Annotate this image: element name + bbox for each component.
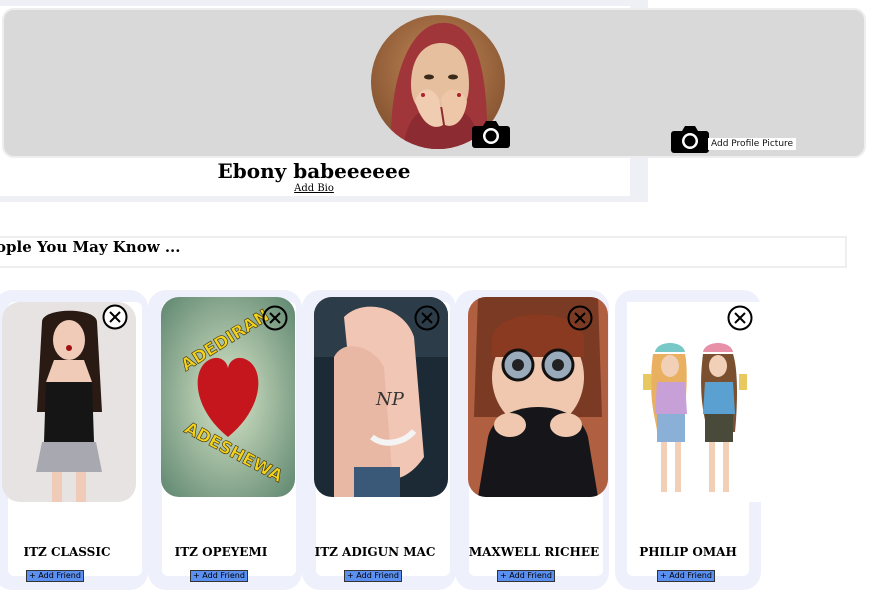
- people-you-may-know-header: ople You May Know ...: [0, 236, 847, 268]
- suggestion-card: MAXWELL RICHEE + Add Friend: [455, 290, 609, 590]
- add-friend-button[interactable]: + Add Friend: [344, 570, 402, 582]
- add-friend-button[interactable]: + Add Friend: [657, 570, 715, 582]
- close-icon[interactable]: [262, 305, 288, 331]
- cover-camera-icon[interactable]: [670, 123, 710, 155]
- add-friend-button[interactable]: + Add Friend: [190, 570, 248, 582]
- close-icon[interactable]: [102, 304, 128, 330]
- photo-hand-text: NP: [375, 389, 405, 410]
- pymk-heading: ople You May Know ...: [0, 238, 181, 256]
- suggestion-name: ITZ ADIGUN MAC: [314, 545, 436, 559]
- suggestion-name: MAXWELL RICHEE: [468, 545, 600, 559]
- add-friend-button[interactable]: + Add Friend: [497, 570, 555, 582]
- suggestion-name: ITZ OPEYEMI: [174, 545, 268, 559]
- profile-name: Ebony babeeeeee: [217, 159, 411, 183]
- suggestion-name: PHILIP OMAH: [639, 545, 737, 559]
- close-icon[interactable]: [567, 305, 593, 331]
- suggestion-card: ITZ CLASSIC + Add Friend: [0, 290, 148, 590]
- suggestion-name: ITZ CLASSIC: [23, 545, 111, 559]
- suggestion-card: ADEDIRAN ADESHEWA ITZ OPEYEMI + Add Frie…: [148, 290, 302, 590]
- suggestion-photo: [627, 302, 761, 502]
- suggestion-card: NP ITZ ADIGUN MAC + Add Friend: [302, 290, 456, 590]
- avatar-camera-icon[interactable]: [471, 118, 511, 150]
- add-profile-picture-button[interactable]: Add Profile Picture: [708, 138, 797, 150]
- close-icon[interactable]: [727, 305, 753, 331]
- suggestion-photo: [2, 302, 136, 502]
- close-icon[interactable]: [414, 305, 440, 331]
- add-friend-button[interactable]: + Add Friend: [26, 570, 84, 582]
- add-bio-link[interactable]: Add Bio: [294, 183, 334, 194]
- suggestion-card: PHILIP OMAH + Add Friend: [615, 290, 761, 590]
